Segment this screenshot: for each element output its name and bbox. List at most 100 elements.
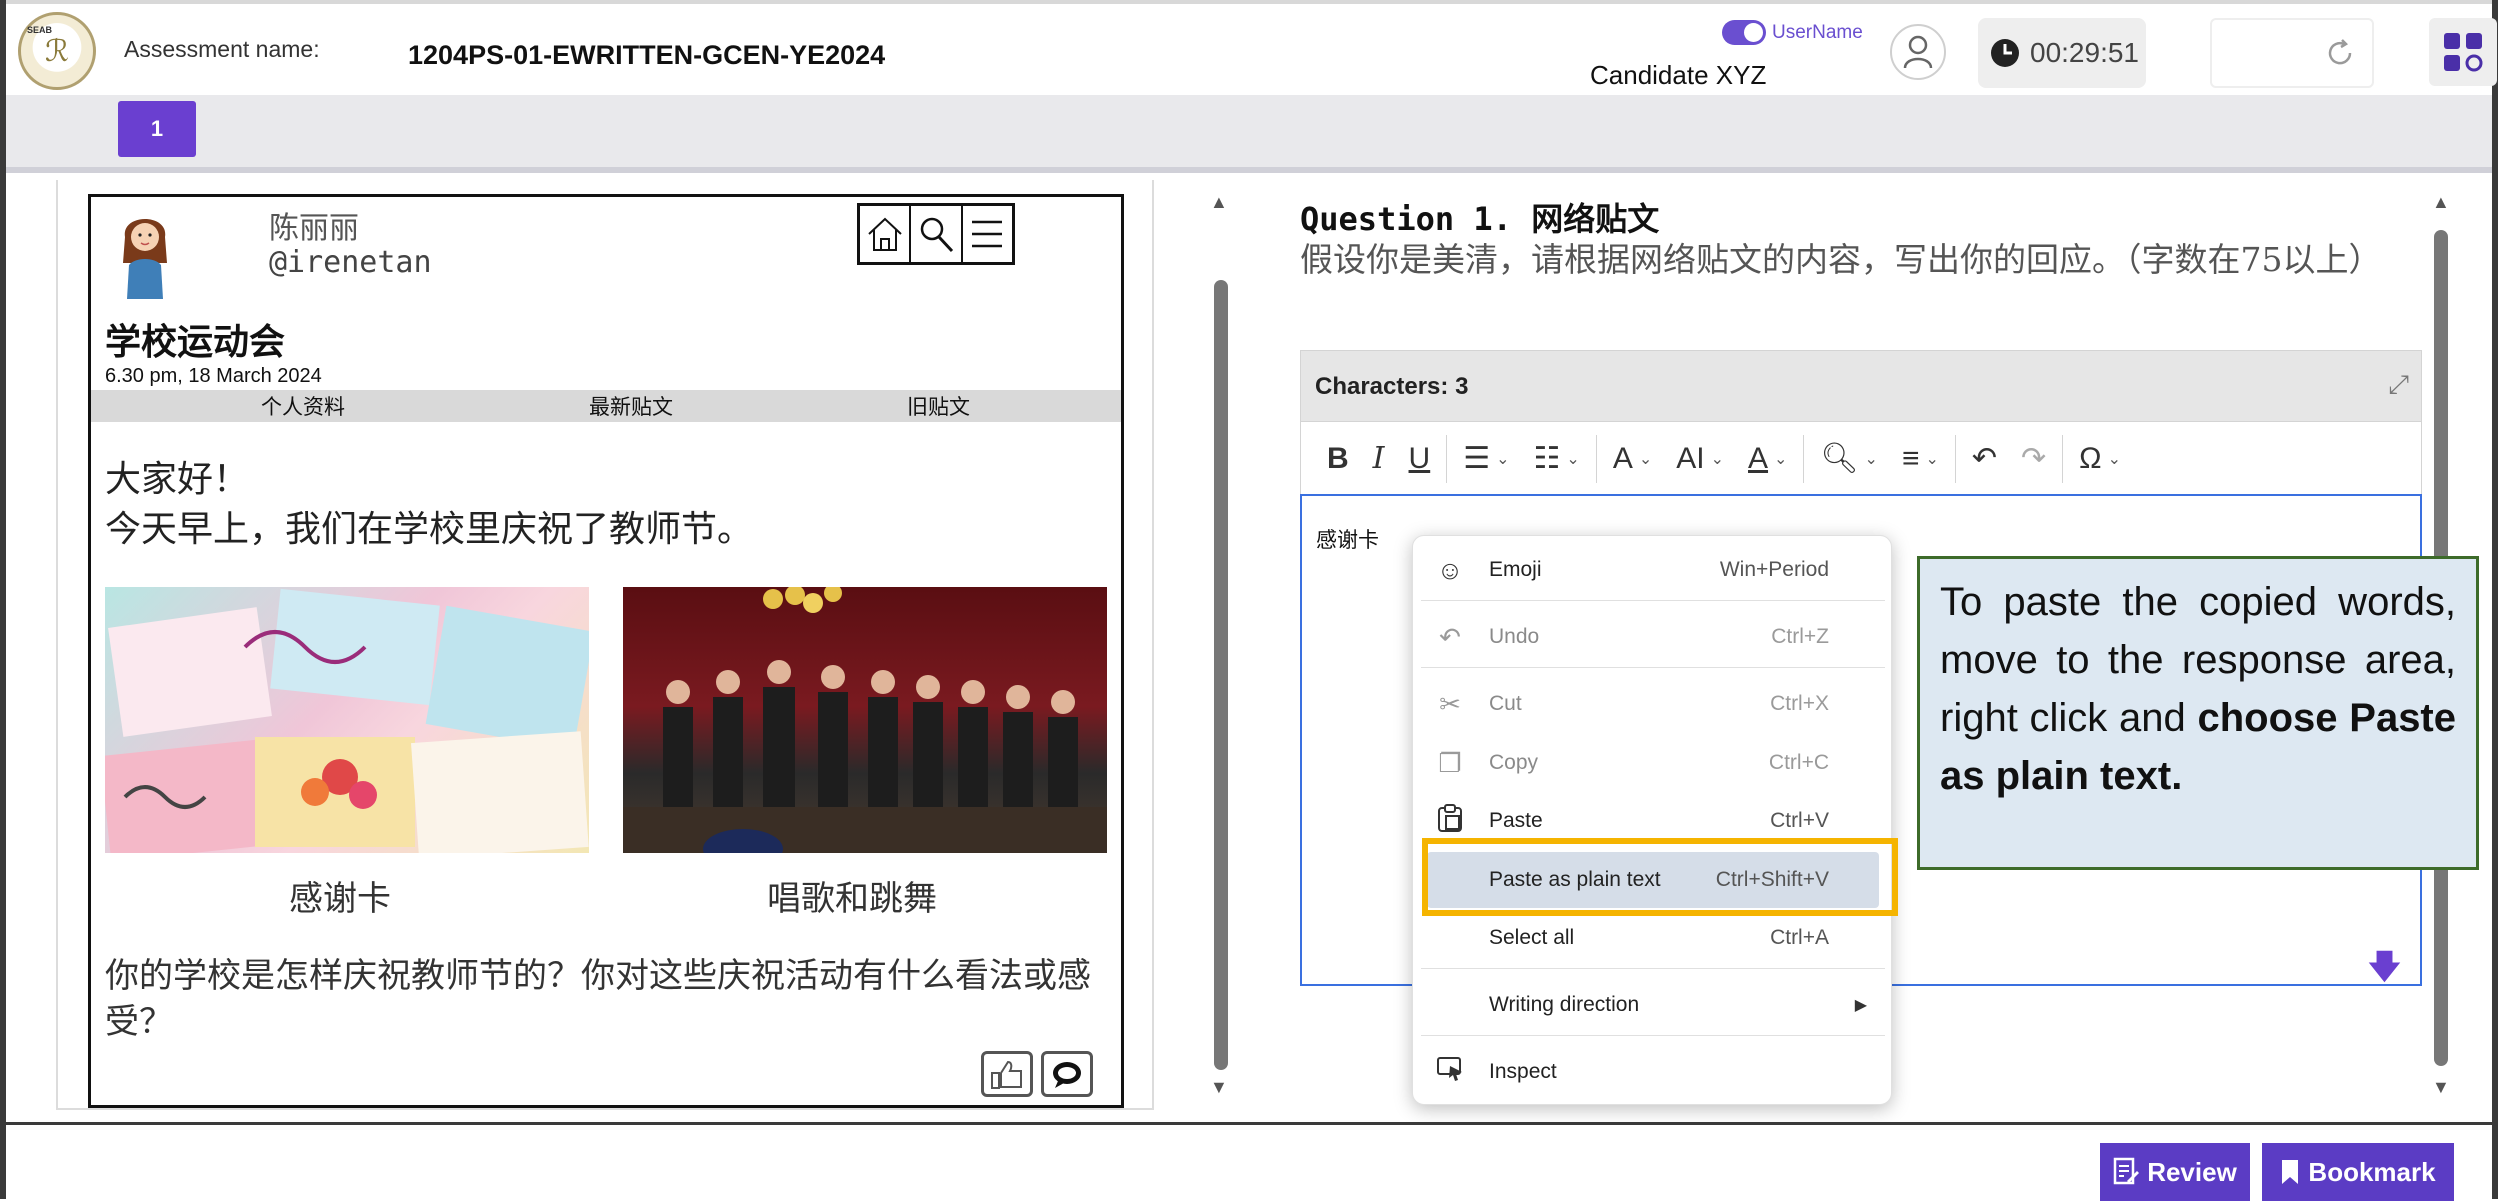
expand-icon[interactable]: ⤢ (2388, 369, 2409, 401)
redo-button[interactable]: ↷ (2009, 441, 2058, 476)
question-topic: 网络贴文 (1531, 200, 1660, 238)
redo-icon: ↷ (2021, 442, 2047, 475)
bold-button[interactable]: B (1315, 442, 1361, 476)
inspect-icon (1435, 1056, 1465, 1089)
bullet-list-icon: ☰ (1463, 442, 1491, 475)
username-toggle-label: UserName (1772, 22, 1863, 43)
context-menu: ☺ Emoji Win+Period ↶ Undo Ctrl+Z ✂ Cut C… (1412, 535, 1892, 1105)
font-family-button[interactable]: A ⌄ (1601, 442, 1664, 476)
post-question: 你的学校是怎样庆祝教师节的？你对这些庆祝活动有什么看法或感受？ (105, 956, 1091, 1042)
paste-plain-text-highlight-box (1422, 838, 1898, 916)
menu-item-copy[interactable]: ❐ Copy Ctrl+C (1413, 734, 1893, 792)
assessment-name: 1204PS-01-EWRITTEN-GCEN-YE2024 (408, 40, 886, 70)
post-handle: @irenetan (269, 245, 432, 280)
font-color-icon: A (1748, 441, 1769, 475)
caption-singing-dancing: 唱歌和跳舞 (767, 879, 937, 919)
menu-item-inspect[interactable]: Inspect (1413, 1043, 1893, 1101)
font-color-button[interactable]: A ⌄ (1736, 442, 1799, 476)
candidate-name: Candidate XYZ (1590, 60, 1767, 90)
assessment-label: Assessment name: (124, 36, 320, 62)
clipboard-icon (1435, 803, 1465, 840)
post-greeting: 大家好！ (105, 459, 250, 500)
status-box (2210, 18, 2374, 88)
post-tabs: 个人资料 最新贴文 旧贴文 (91, 390, 1121, 422)
undo-button[interactable]: ↶ (1960, 441, 2009, 476)
font-size-button[interactable]: AI ⌄ (1664, 442, 1736, 476)
menu-item-emoji[interactable]: ☺ Emoji Win+Period (1413, 541, 1893, 599)
caption-thank-you-cards: 感谢卡 (289, 879, 391, 919)
menu-item-undo[interactable]: ↶ Undo Ctrl+Z (1413, 608, 1893, 666)
find-replace-button[interactable]: 🔍︎ ⌄ (1808, 441, 1890, 476)
smiley-icon: ☺ (1436, 554, 1464, 585)
review-icon (2113, 1157, 2140, 1185)
like-icon (981, 1051, 1033, 1097)
home-icon (860, 206, 912, 262)
numbered-list-button[interactable]: ☷ ⌄ (1522, 441, 1592, 476)
footer-bar: Review Bookmark (6, 1122, 2492, 1201)
question-page-button-1[interactable]: 1 (118, 101, 196, 157)
response-text[interactable]: 感谢卡 (1316, 524, 1379, 554)
stimulus-scrollbar[interactable]: ▲ ▼ (1206, 190, 1234, 1100)
menu-item-select-all[interactable]: Select all Ctrl+A (1413, 909, 1893, 967)
bullet-list-button[interactable]: ☰ ⌄ (1451, 441, 1521, 476)
bookmark-icon (2282, 1160, 2299, 1184)
bookmark-button[interactable]: Bookmark (2262, 1143, 2454, 1201)
numbered-list-icon: ☷ (1533, 442, 1561, 475)
scrollbar-thumb[interactable] (1214, 280, 1228, 1070)
scissors-icon: ✂ (1439, 688, 1461, 719)
question-navigation-bar: 1 (6, 95, 2492, 173)
post-body: 大家好！ 今天早上，我们在学校里庆祝了教师节。 (105, 455, 753, 555)
bookmark-label: Bookmark (2308, 1156, 2436, 1187)
font-family-icon: A (1612, 441, 1633, 475)
font-size-icon: AI (1676, 441, 1705, 475)
underline-button[interactable]: U (1397, 442, 1443, 476)
italic-button[interactable]: I (1361, 441, 1397, 476)
review-label: Review (2147, 1156, 2237, 1187)
tab-latest-posts: 最新贴文 (589, 396, 673, 419)
find-replace-icon: 🔍︎ (1820, 442, 1859, 475)
username-toggle[interactable] (1722, 20, 1766, 45)
menu-icon (963, 206, 1012, 262)
editor-toolbar: B I U ☰ ⌄ ☷ ⌄ A ⌄ AI ⌄ A ⌄ 🔍︎ ⌄ ≡ ⌄ ↶ ↷ Ω ⌄ (1300, 422, 2422, 496)
header-bar: SEAB ℛ Assessment name: 1204PS-01-EWRITTE… (6, 0, 2497, 95)
scroll-down-icon[interactable]: ▼ (1210, 1077, 1228, 1098)
alignment-icon: ≡ (1901, 441, 1920, 475)
post-author: 陈丽丽 (269, 211, 359, 246)
post-date: 6.30 pm, 18 March 2024 (105, 365, 322, 387)
user-icon (1903, 35, 1933, 69)
copy-icon: ❐ (1438, 747, 1462, 778)
post-title: 学校运动会 (105, 321, 286, 363)
menu-item-writing-direction[interactable]: Writing direction ▶ (1413, 976, 1893, 1034)
seab-logo: SEAB ℛ (18, 12, 96, 90)
grid-icon (2444, 33, 2483, 72)
thank-you-cards-photo (105, 587, 589, 853)
review-button[interactable]: Review (2100, 1143, 2250, 1201)
scroll-up-icon[interactable]: ▲ (2432, 192, 2450, 213)
post-message: 今天早上，我们在学校里庆祝了教师节。 (105, 509, 754, 550)
question-grid-button[interactable] (2429, 18, 2497, 86)
question-title: Question 1. 网络贴文 (1300, 194, 1659, 240)
character-count: Characters: 3 (1315, 373, 1469, 400)
timer: 00:29:51 (1978, 18, 2146, 88)
tab-old-posts: 旧贴文 (907, 396, 970, 419)
scroll-up-icon[interactable]: ▲ (1210, 192, 1228, 213)
post-icon-bar (857, 203, 1015, 265)
submenu-arrow-icon: ▶ (1854, 997, 1867, 1014)
author-avatar (123, 219, 167, 299)
tab-profile: 个人资料 (261, 396, 345, 419)
timer-value: 00:29:51 (2030, 37, 2139, 68)
alignment-button[interactable]: ≡ ⌄ (1890, 442, 1951, 476)
social-media-post: 陈丽丽 @irenetan 学校运动会 6.30 pm, 18 March 20… (88, 194, 1124, 1108)
scroll-down-icon[interactable]: ▼ (2432, 1077, 2450, 1098)
menu-item-cut[interactable]: ✂ Cut Ctrl+X (1413, 675, 1893, 733)
arrow-down-icon: 🡇 (2367, 948, 2402, 986)
search-icon (911, 206, 963, 262)
undo-icon: ↶ (1439, 621, 1461, 652)
comment-icon (1041, 1051, 1093, 1097)
singing-dancing-photo (623, 587, 1107, 853)
question-prompt: 假设你是美清，请根据网络贴文的内容，写出你的回应。（字数在75以上） (1300, 240, 2382, 279)
question-number: Question 1. (1300, 200, 1512, 238)
refresh-icon[interactable] (2324, 37, 2356, 69)
special-characters-button[interactable]: Ω ⌄ (2067, 442, 2133, 476)
user-avatar-button[interactable] (1890, 24, 1946, 80)
